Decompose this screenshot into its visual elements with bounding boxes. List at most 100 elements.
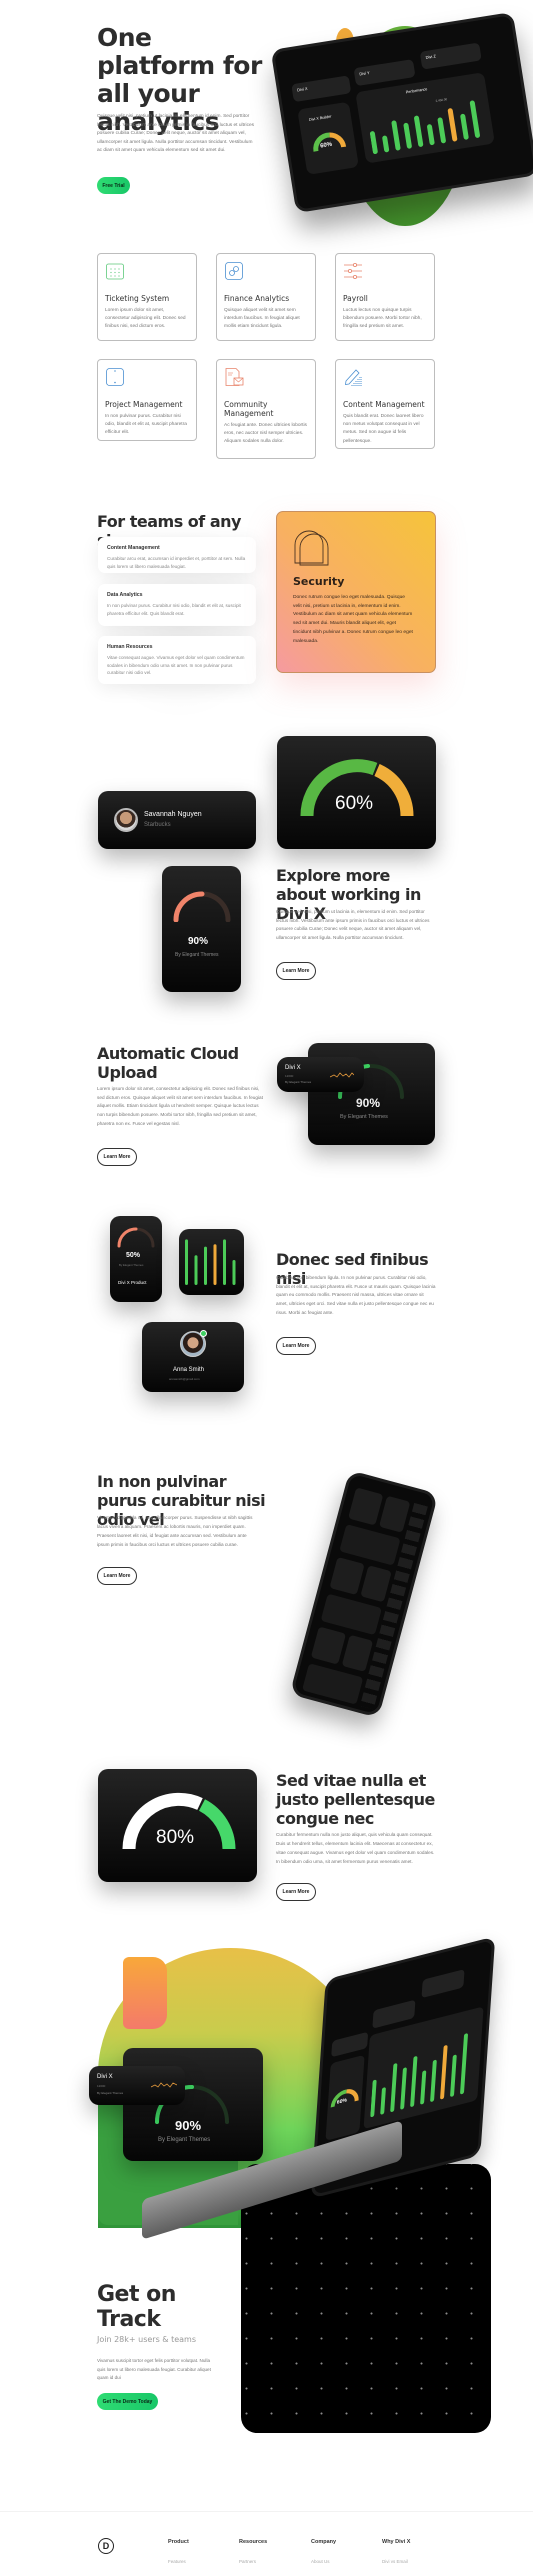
footer-column-title: Why Divi X	[382, 2539, 411, 2545]
bar	[447, 108, 458, 142]
bar	[223, 1239, 226, 1285]
tablet-mini-card: Divi X	[291, 75, 352, 103]
footer-divider	[0, 2511, 533, 2512]
feature-card[interactable]: Ticketing System Lorem ipsum dolor sit a…	[97, 253, 197, 341]
tablet-gauge-card: Divi X Builder 60%	[297, 101, 359, 175]
pencil-icon	[345, 369, 362, 386]
sliders-icon	[344, 263, 362, 279]
link-icon	[225, 262, 243, 280]
profile-company: Starbucks	[144, 822, 171, 828]
donec-body: Curabitur non bibendum ligula. In non pu…	[276, 1275, 436, 1315]
team-item-card[interactable]: Human Resources Vitae consequat augue. V…	[98, 636, 256, 684]
footer-column-company: Company About Us	[311, 2539, 336, 2564]
hero-body: Quisque velit nisi, pretium ut lacinia i…	[97, 114, 255, 153]
gauge-card-60: 60%	[277, 736, 436, 849]
cta-subtitle: Join 28k+ users & teams	[97, 2335, 197, 2344]
bar	[370, 2079, 377, 2118]
bar	[410, 2056, 418, 2107]
learn-more-button[interactable]: Learn More	[276, 1883, 316, 1901]
cloud-gauge-caption: By Elegant Themes	[340, 1114, 388, 1120]
product-gauge	[117, 1227, 155, 1248]
vitae-title: Sed vitae nulla et justo pellentesque co…	[276, 1771, 435, 1828]
phone-widget	[310, 1626, 347, 1665]
bar	[469, 100, 480, 138]
team-item-title: Human Resources	[107, 644, 153, 650]
team-item-body: Curabitur arcu erat, accumsan id imperdi…	[107, 556, 246, 569]
bar	[460, 113, 469, 140]
tablet-chart-card: Performance 2,450.00	[355, 72, 495, 164]
online-status-dot	[200, 1330, 207, 1337]
feature-card[interactable]: Project Management In non pulvinar purus…	[97, 359, 197, 441]
learn-more-button[interactable]: Learn More	[276, 1337, 316, 1355]
tablet-mini-card: Divi Y	[353, 59, 416, 87]
bar	[204, 1246, 207, 1285]
sparkline-icon	[151, 2082, 177, 2088]
security-card[interactable]: Security Donec rutrum congue leo eget ma…	[276, 511, 436, 673]
laptop-gauge-card: 60%	[325, 2054, 365, 2141]
bar	[369, 131, 378, 155]
feature-card[interactable]: Payroll Luctus lectus non quisque turpis…	[335, 253, 435, 341]
footer-column-title: Company	[311, 2539, 337, 2545]
bar	[430, 2059, 437, 2102]
calendar-icon	[106, 263, 124, 280]
feature-card[interactable]: Community Management Ac feugiat ante. Do…	[216, 359, 316, 459]
learn-more-button[interactable]: Learn More	[97, 1567, 137, 1585]
bar	[427, 124, 435, 146]
phone-widget	[378, 1495, 411, 1533]
bar	[460, 2033, 468, 2095]
footer-column-resources: Resources Partners	[239, 2539, 267, 2564]
team-item-card[interactable]: Data Analytics In non pulvinar purus. Cu…	[98, 584, 256, 626]
profile-name: Savannah Nguyen	[144, 811, 202, 818]
footer-column-title: Resources	[239, 2539, 268, 2545]
security-body: Donec rutrum congue leo eget malesuada. …	[293, 595, 413, 644]
feature-body: Luctus lectus non quisque turpis bibendu…	[343, 308, 422, 330]
product-gauge-value: 50%	[126, 1252, 141, 1259]
bar	[450, 2054, 457, 2097]
feature-body: Quis blandit erat. Donec laoreet libero …	[343, 414, 424, 444]
cloud-title: Automatic Cloud Upload	[97, 1044, 239, 1082]
feature-body: Ac feugiat ante. Donec ultricies loborti…	[224, 423, 307, 445]
team-item-body: In non pulvinar purus. Curabitur nisi od…	[107, 603, 241, 616]
phone-mockup	[289, 1470, 439, 1718]
phone-widget	[348, 1487, 384, 1526]
free-trial-button[interactable]: Free Trial	[97, 177, 130, 194]
feature-title: Project Management	[105, 400, 183, 409]
cta-body: Vivamus suscipit tortor eget felis portt…	[97, 2358, 211, 2380]
learn-more-button[interactable]: Learn More	[97, 1148, 137, 1166]
explore-body: Quisque velit nisi, pretium ut lacinia i…	[276, 909, 430, 940]
bar	[185, 1239, 188, 1285]
feature-title: Payroll	[343, 294, 368, 303]
feature-card[interactable]: Finance Analytics Quisque aliquet velit …	[216, 253, 316, 341]
small-gauge-caption: By Elegant Themes	[175, 952, 219, 958]
cta-gauge-caption: By Elegant Themes	[158, 2137, 211, 2143]
shield-arch-icon	[294, 530, 329, 566]
team-item-card[interactable]: Content Management Curabitur arcu erat, …	[98, 537, 256, 573]
feature-title: Finance Analytics	[224, 294, 290, 303]
feature-body: Lorem ipsum dolor sit amet, consectetur …	[105, 308, 186, 330]
person-card[interactable]: Anna Smith annasmith@gmail.com	[142, 1322, 244, 1392]
bar	[420, 2070, 427, 2105]
bar	[440, 2045, 448, 2100]
bar	[232, 1260, 236, 1285]
bar	[194, 1255, 198, 1285]
bar	[403, 122, 412, 149]
mini-bar-chart-card	[179, 1229, 244, 1295]
bar	[391, 120, 401, 151]
learn-more-button[interactable]: Learn More	[276, 962, 316, 980]
team-item-title: Content Management	[107, 545, 160, 551]
get-demo-button[interactable]: Get The Demo Today	[97, 2393, 158, 2410]
bar	[390, 2063, 398, 2112]
profile-card[interactable]: Savannah Nguyen Starbucks	[98, 791, 256, 849]
feature-card[interactable]: Content Management Quis blandit erat. Do…	[335, 359, 435, 449]
footer-column-title: Product	[168, 2539, 189, 2545]
vitae-body: Curabitur fermentum nulla non justo aliq…	[276, 1832, 435, 1864]
small-gauge	[173, 891, 231, 922]
feature-title: Ticketing System	[105, 294, 170, 303]
dotted-panel-decoration	[241, 2164, 491, 2433]
divi-logo[interactable]: D	[98, 2538, 114, 2554]
bar	[382, 135, 390, 153]
phone-widget	[360, 1565, 392, 1603]
laptop-mini-card	[421, 1969, 465, 1999]
bar	[437, 117, 446, 144]
tablet-gauge	[313, 132, 347, 152]
